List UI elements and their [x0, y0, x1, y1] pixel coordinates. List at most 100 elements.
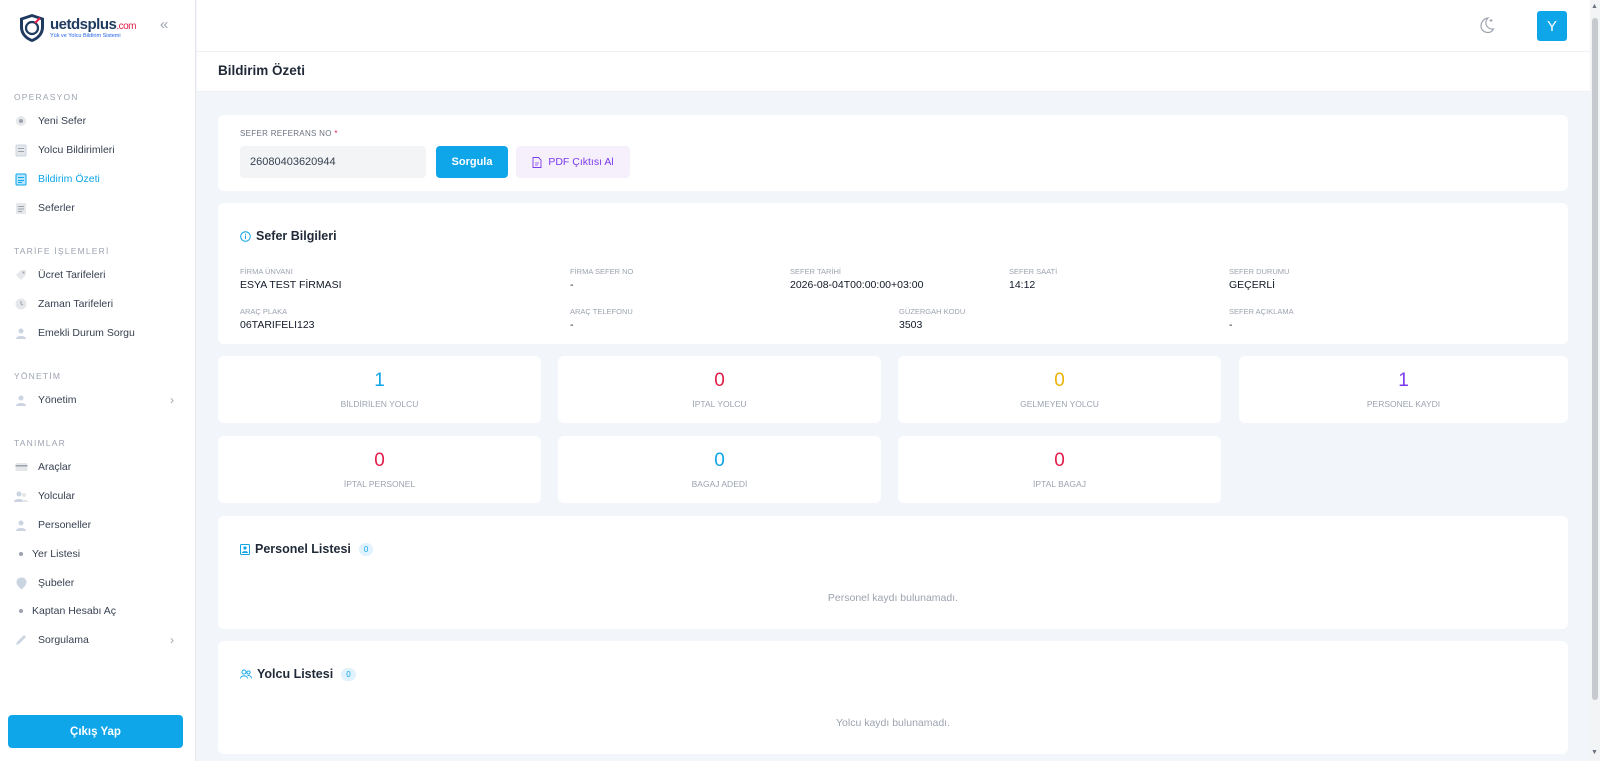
- users-icon: [240, 669, 252, 679]
- company-label: FİRMA ÜNVANI: [240, 267, 293, 276]
- sidebar-item-label: Yönetim: [38, 394, 77, 406]
- stat-label: İPTAL YOLCU: [692, 399, 747, 409]
- stat-label: PERSONEL KAYDI: [1366, 399, 1441, 409]
- stat-value: 0: [374, 450, 385, 471]
- sidebar: uetdsplus.com Yük ve Yolcu Bildirim Sist…: [0, 0, 196, 761]
- sidebar-item-yer-listesi[interactable]: Yer Listesi: [14, 543, 180, 565]
- reference-no-label: SEFER REFERANS NO *: [240, 129, 338, 138]
- trip-info-title-text: Sefer Bilgileri: [256, 229, 337, 243]
- sidebar-item-label: Sorgulama: [38, 634, 89, 646]
- sidebar-item-label: Yeni Sefer: [38, 115, 87, 127]
- section-label-operasyon: OPERASYON: [14, 92, 79, 102]
- pen-icon: [14, 633, 28, 647]
- user-avatar[interactable]: Y: [1537, 11, 1567, 41]
- sidebar-item-seferler[interactable]: Seferler: [14, 197, 180, 219]
- trip-time-label: SEFER SAATİ: [1009, 267, 1058, 276]
- staff-list-title: Personel Listesi 0: [240, 542, 374, 556]
- trip-time-value: 14:12: [1009, 279, 1036, 291]
- stat-card-staff-records: 1 PERSONEL KAYDI: [1239, 356, 1568, 423]
- search-card: SEFER REFERANS NO * Sorgula PDF Çıktısı …: [218, 115, 1568, 191]
- sidebar-item-label: Seferler: [38, 202, 75, 214]
- stat-card-reported-passengers: 1 BİLDİRİLEN YOLCU: [218, 356, 541, 423]
- brand-logo[interactable]: uetdsplus.com Yük ve Yolcu Bildirim Sist…: [16, 12, 137, 44]
- passenger-list-title-text: Yolcu Listesi: [257, 667, 334, 681]
- user-icon: [14, 326, 28, 340]
- scroll-down-icon[interactable]: ▼: [1591, 749, 1598, 756]
- reference-no-input[interactable]: [240, 146, 426, 178]
- sidebar-item-sorgulama[interactable]: Sorgulama ›: [14, 629, 180, 651]
- tag-icon: [14, 268, 28, 282]
- passenger-list-title: Yolcu Listesi 0: [240, 667, 356, 681]
- brand-name: uetdsplus: [50, 15, 117, 33]
- logout-button[interactable]: Çıkış Yap: [8, 715, 183, 748]
- sidebar-item-yeni-sefer[interactable]: Yeni Sefer: [14, 110, 180, 132]
- sidebar-item-araclar[interactable]: Araçlar: [14, 456, 180, 478]
- sidebar-item-label: Yolcular: [38, 490, 75, 502]
- route-code-label: GÜZERGAH KODU: [899, 307, 966, 316]
- shield-logo-icon: [20, 14, 44, 42]
- chevron-right-icon: ›: [170, 393, 174, 407]
- sidebar-item-personeller[interactable]: Personeller: [14, 514, 180, 536]
- staff-count-badge: 0: [358, 542, 374, 556]
- page-scrollbar[interactable]: ▲ ▼: [1590, 0, 1600, 761]
- query-button[interactable]: Sorgula: [436, 146, 508, 178]
- card-icon: [14, 460, 28, 474]
- plate-label: ARAÇ PLAKA: [240, 307, 288, 316]
- staff-list-card: Personel Listesi 0 Personel kaydı buluna…: [218, 516, 1568, 629]
- sidebar-item-emekli-durum-sorgu[interactable]: Emekli Durum Sorgu: [14, 322, 180, 344]
- chevron-right-icon: ›: [170, 633, 174, 647]
- collapse-sidebar-icon[interactable]: «: [160, 16, 168, 33]
- route-code-value: 3503: [899, 319, 923, 331]
- sidebar-item-yolcu-bildirimleri[interactable]: Yolcu Bildirimleri: [14, 139, 180, 161]
- document-icon: [14, 172, 28, 186]
- pdf-export-button[interactable]: PDF Çıktısı Al: [516, 146, 630, 178]
- trip-status-value: GEÇERLİ: [1229, 279, 1276, 291]
- user-icon: [14, 518, 28, 532]
- sidebar-item-bildirim-ozeti[interactable]: Bildirim Özeti: [14, 168, 180, 190]
- vehicle-phone-value: -: [570, 319, 574, 331]
- map-pin-icon: [14, 114, 28, 128]
- trip-status-label: SEFER DURUMU: [1229, 267, 1290, 276]
- clock-icon: [14, 297, 28, 311]
- brand-suffix: .com: [116, 20, 137, 32]
- stat-label: GELMEYEN YOLCU: [1020, 399, 1099, 409]
- sidebar-item-yonetim[interactable]: Yönetim ›: [14, 389, 180, 411]
- topbar: Y: [197, 0, 1590, 52]
- stat-label: BİLDİRİLEN YOLCU: [340, 399, 419, 409]
- brand-tagline: Yük ve Yolcu Bildirim Sistemi: [50, 32, 121, 39]
- sidebar-item-zaman-tarifeleri[interactable]: Zaman Tarifeleri: [14, 293, 180, 315]
- company-value: ESYA TEST FİRMASI: [240, 279, 342, 291]
- clipboard-icon: [14, 143, 28, 157]
- reference-no-label-text: SEFER REFERANS NO: [240, 129, 332, 138]
- info-circle-icon: [240, 230, 251, 242]
- page-header: Bildirim Özeti: [197, 52, 1590, 92]
- trip-date-label: SEFER TARİHİ: [790, 267, 841, 276]
- scroll-up-icon[interactable]: ▲: [1591, 3, 1598, 10]
- stat-card-cancelled-baggage: 0 İPTAL BAGAJ: [898, 436, 1221, 503]
- sidebar-item-ucret-tarifeleri[interactable]: Ücret Tarifeleri: [14, 264, 180, 286]
- trip-description-value: -: [1229, 319, 1233, 331]
- sidebar-item-yolcular[interactable]: Yolcular: [14, 485, 180, 507]
- stat-card-cancelled-staff: 0 İPTAL PERSONEL: [218, 436, 541, 503]
- pdf-export-label: PDF Çıktısı Al: [548, 156, 614, 168]
- stat-card-cancelled-passengers: 0 İPTAL YOLCU: [558, 356, 881, 423]
- trip-description-label: SEFER AÇIKLAMA: [1229, 307, 1294, 316]
- sidebar-item-kaptan-hesabi-ac[interactable]: Kaptan Hesabı Aç: [14, 600, 180, 622]
- stat-value: 1: [374, 370, 385, 391]
- users-icon: [14, 489, 28, 503]
- page-title: Bildirim Özeti: [218, 63, 306, 78]
- scrollbar-thumb[interactable]: [1592, 18, 1598, 700]
- stat-value: 0: [1054, 450, 1065, 471]
- trip-info-title: Sefer Bilgileri: [240, 229, 337, 243]
- sidebar-item-label: Yolcu Bildirimleri: [38, 144, 115, 156]
- theme-toggle-moon-icon[interactable]: [1477, 16, 1495, 34]
- stat-label: İPTAL BAGAJ: [1033, 479, 1086, 489]
- stat-card-no-show-passengers: 0 GELMEYEN YOLCU: [898, 356, 1221, 423]
- sidebar-item-label: Kaptan Hesabı Aç: [32, 605, 117, 617]
- passenger-empty-message: Yolcu kaydı bulunamadı.: [835, 717, 951, 729]
- sidebar-item-label: Araçlar: [38, 461, 72, 473]
- sidebar-item-subeler[interactable]: Şubeler: [14, 572, 180, 594]
- stat-value: 1: [1398, 370, 1409, 391]
- stat-label: BAGAJ ADEDİ: [691, 479, 748, 489]
- sidebar-item-label: Personeller: [38, 519, 92, 531]
